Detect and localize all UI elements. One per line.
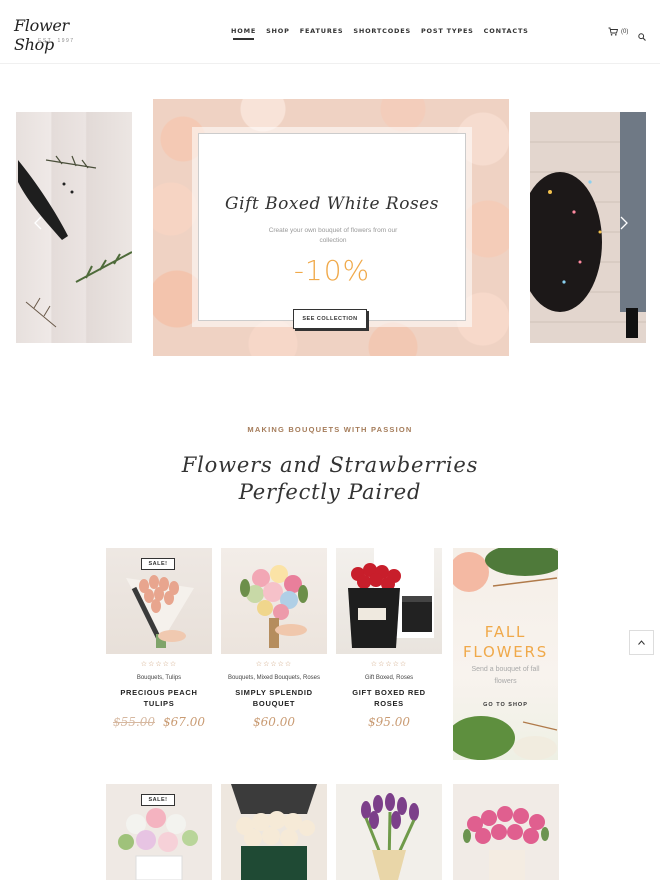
main-nav: HOME SHOP FEATURES SHORTCODES POST TYPES… — [231, 27, 529, 40]
product-image[interactable]: SALE! — [106, 548, 212, 654]
product-card[interactable]: ☆☆☆☆☆ Bouquets, Mixed Bouquets, Roses SI… — [221, 548, 327, 729]
purple-tulips-image — [361, 793, 419, 880]
hero-card: Gift Boxed White Roses Create your own b… — [192, 127, 472, 329]
nav-features[interactable]: FEATURES — [300, 27, 344, 35]
nav-home[interactable]: HOME — [231, 27, 256, 40]
nav-shortcodes[interactable]: SHORTCODES — [353, 27, 411, 35]
slider-prev-arrow[interactable] — [34, 216, 42, 235]
rating-stars: ☆☆☆☆☆ — [255, 661, 293, 668]
hero-subtitle: Create your own bouquet of flowers from … — [268, 227, 398, 244]
nav-shop[interactable]: SHOP — [266, 27, 290, 35]
section-title-line2: Perfectly Paired — [238, 480, 422, 504]
see-collection-button[interactable]: SEE COLLECTION — [293, 309, 367, 329]
hero-title: Gift Boxed White Roses — [225, 194, 439, 214]
search-icon — [638, 33, 646, 41]
product-image[interactable]: SALE! — [106, 784, 212, 880]
logo-tagline: EST. 1997 — [38, 38, 75, 44]
go-to-shop-link[interactable]: GO TO SHOP — [453, 702, 558, 708]
logo-text: Flower Shop — [14, 16, 69, 54]
product-categories[interactable]: Bouquets, Mixed Bouquets, Roses — [221, 672, 327, 684]
rating-stars: ☆☆☆☆☆ — [140, 661, 178, 668]
section-eyebrow: MAKING BOUQUETS WITH PASSION — [247, 425, 413, 434]
logo[interactable]: Flower Shop EST. 1997 — [14, 16, 104, 54]
chevron-up-icon — [638, 640, 645, 645]
cart-button[interactable]: (0) — [608, 27, 628, 36]
product-price: $55.00 $67.00 — [106, 715, 212, 729]
search-button[interactable] — [638, 28, 646, 46]
product-price: $60.00 — [221, 715, 327, 729]
wedding-confetti-image — [530, 112, 646, 343]
promo-title-line1: FALL — [484, 623, 527, 641]
sale-badge: SALE! — [141, 558, 175, 570]
mixed-bouquet-image — [240, 565, 308, 648]
cart-icon — [608, 27, 618, 36]
pink-roses-bouquet-image — [463, 806, 549, 880]
product-image[interactable] — [453, 784, 559, 880]
cart-count: (0) — [621, 28, 629, 35]
product-sale-price: $60.00 — [253, 715, 295, 729]
product-categories[interactable]: Bouquets, Tulips — [106, 672, 212, 684]
product-image[interactable] — [221, 784, 327, 880]
nav-post-types[interactable]: POST TYPES — [421, 27, 474, 35]
section-title-line1: Flowers and Strawberries — [181, 453, 479, 477]
product-price: $95.00 — [336, 715, 442, 729]
promo-title-line2: FLOWERS — [462, 643, 549, 661]
section-title: Flowers and Strawberries Perfectly Paire… — [0, 452, 660, 506]
product-sale-price: $95.00 — [368, 715, 410, 729]
promo-title: FALL FLOWERS — [453, 622, 558, 662]
back-to-top-button[interactable] — [629, 630, 654, 655]
product-image[interactable] — [336, 784, 442, 880]
product-name[interactable]: GIFT BOXED RED ROSES — [336, 687, 442, 709]
promo-text: Send a bouquet of fall flowers — [471, 666, 540, 685]
red-roses-box-image — [348, 548, 434, 648]
slide-next-image[interactable] — [530, 112, 646, 343]
product-image[interactable] — [221, 548, 327, 654]
fall-flowers-promo[interactable]: FALL FLOWERS Send a bouquet of fall flow… — [453, 548, 558, 760]
product-card[interactable]: SALE! ☆☆☆☆☆ Bouquets, Tulips PRECIOUS PE… — [106, 548, 212, 729]
product-categories[interactable]: Gift Boxed, Roses — [336, 672, 442, 684]
chevron-right-icon — [620, 216, 628, 230]
cream-roses-box-image — [231, 784, 317, 880]
product-old-price: $55.00 — [113, 715, 155, 729]
hero-slide: Gift Boxed White Roses Create your own b… — [153, 99, 509, 356]
product-sale-price: $67.00 — [163, 715, 205, 729]
site-header: Flower Shop EST. 1997 HOME SHOP FEATURES… — [0, 0, 660, 64]
product-name[interactable]: SIMPLY SPLENDID BOUQUET — [221, 687, 327, 709]
rating-stars: ☆☆☆☆☆ — [370, 661, 408, 668]
sale-badge: SALE! — [141, 794, 175, 806]
product-card[interactable]: ☆☆☆☆☆ Gift Boxed, Roses GIFT BOXED RED R… — [336, 548, 442, 729]
chevron-left-icon — [34, 216, 42, 230]
product-name[interactable]: PRECIOUS PEACH TULIPS — [106, 687, 212, 709]
product-image[interactable] — [336, 548, 442, 654]
hero-discount: -10% — [293, 254, 371, 287]
nav-contacts[interactable]: CONTACTS — [484, 27, 529, 35]
slider-next-arrow[interactable] — [620, 216, 628, 235]
